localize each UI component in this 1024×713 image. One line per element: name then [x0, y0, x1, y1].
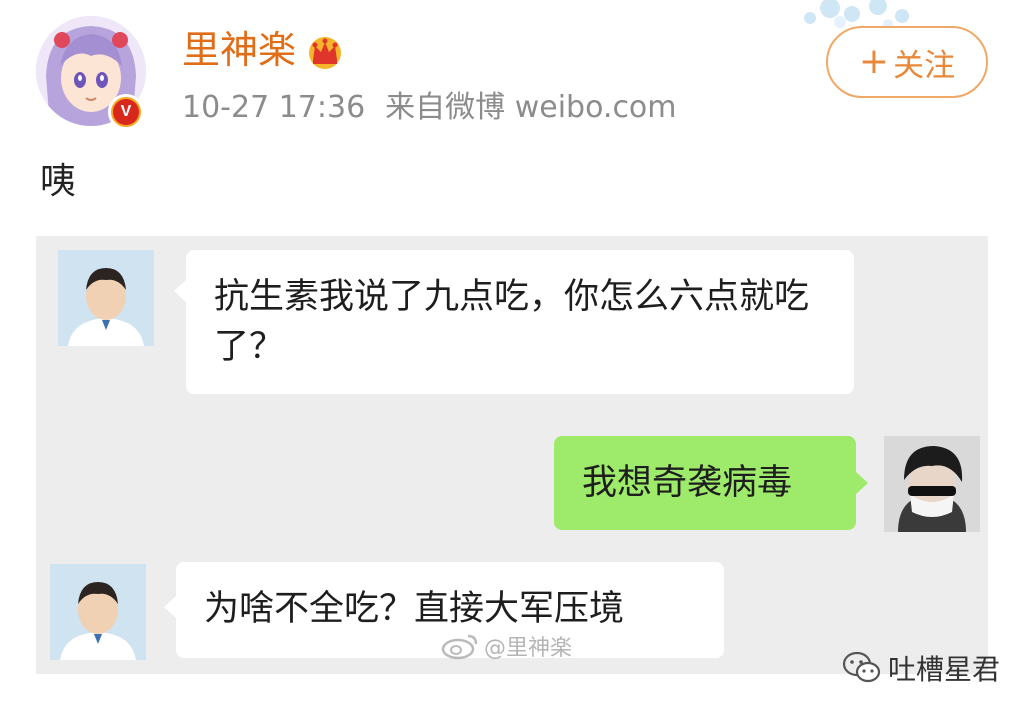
post-meta: 10-27 17:36 来自微博 weibo.com — [182, 88, 677, 128]
follow-button-label: 关注 — [893, 47, 956, 84]
crown-icon — [309, 37, 341, 69]
username[interactable]: 里神楽 — [182, 26, 296, 74]
bubble-tail — [174, 280, 186, 302]
post-source[interactable]: 来自微博 weibo.com — [385, 90, 676, 125]
sent-message-bubble: 我想奇袭病毒 — [554, 436, 856, 530]
bubble-tail — [164, 596, 176, 618]
wechat-icon — [842, 651, 881, 683]
wechat-account-name: 吐槽星君 — [888, 653, 1001, 686]
user-chat-avatar — [884, 436, 980, 532]
post-timestamp: 10-27 17:36 — [182, 90, 366, 125]
follow-button[interactable]: + 关注 — [826, 26, 988, 98]
chat-screenshot: 抗生素我说了九点吃，你怎么六点就吃了？ 我想奇袭病毒 为啥不全吃？直接大军压境 — [36, 236, 988, 674]
bubble-tail — [856, 472, 868, 494]
plus-icon: + — [858, 41, 890, 82]
wechat-account-badge: 吐槽星君 — [842, 648, 1000, 688]
weibo-watermark-icon — [441, 634, 478, 660]
verified-badge-icon: V — [108, 94, 144, 130]
sent-message-text: 我想奇袭病毒 — [582, 463, 793, 503]
received-message-text: 抗生素我说了九点吃，你怎么六点就吃了？ — [214, 277, 810, 367]
received-message-bubble: 抗生素我说了九点吃，你怎么六点就吃了？ — [186, 250, 854, 394]
doctor-avatar — [50, 564, 146, 660]
doctor-avatar — [58, 250, 154, 346]
received-message-text: 为啥不全吃？直接大军压境 — [204, 589, 625, 629]
watermark-text: @里神楽 — [484, 636, 573, 661]
verified-badge-letter: V — [113, 99, 139, 125]
post-text: 咦 — [40, 161, 77, 202]
weibo-watermark: @里神楽 — [440, 630, 572, 662]
